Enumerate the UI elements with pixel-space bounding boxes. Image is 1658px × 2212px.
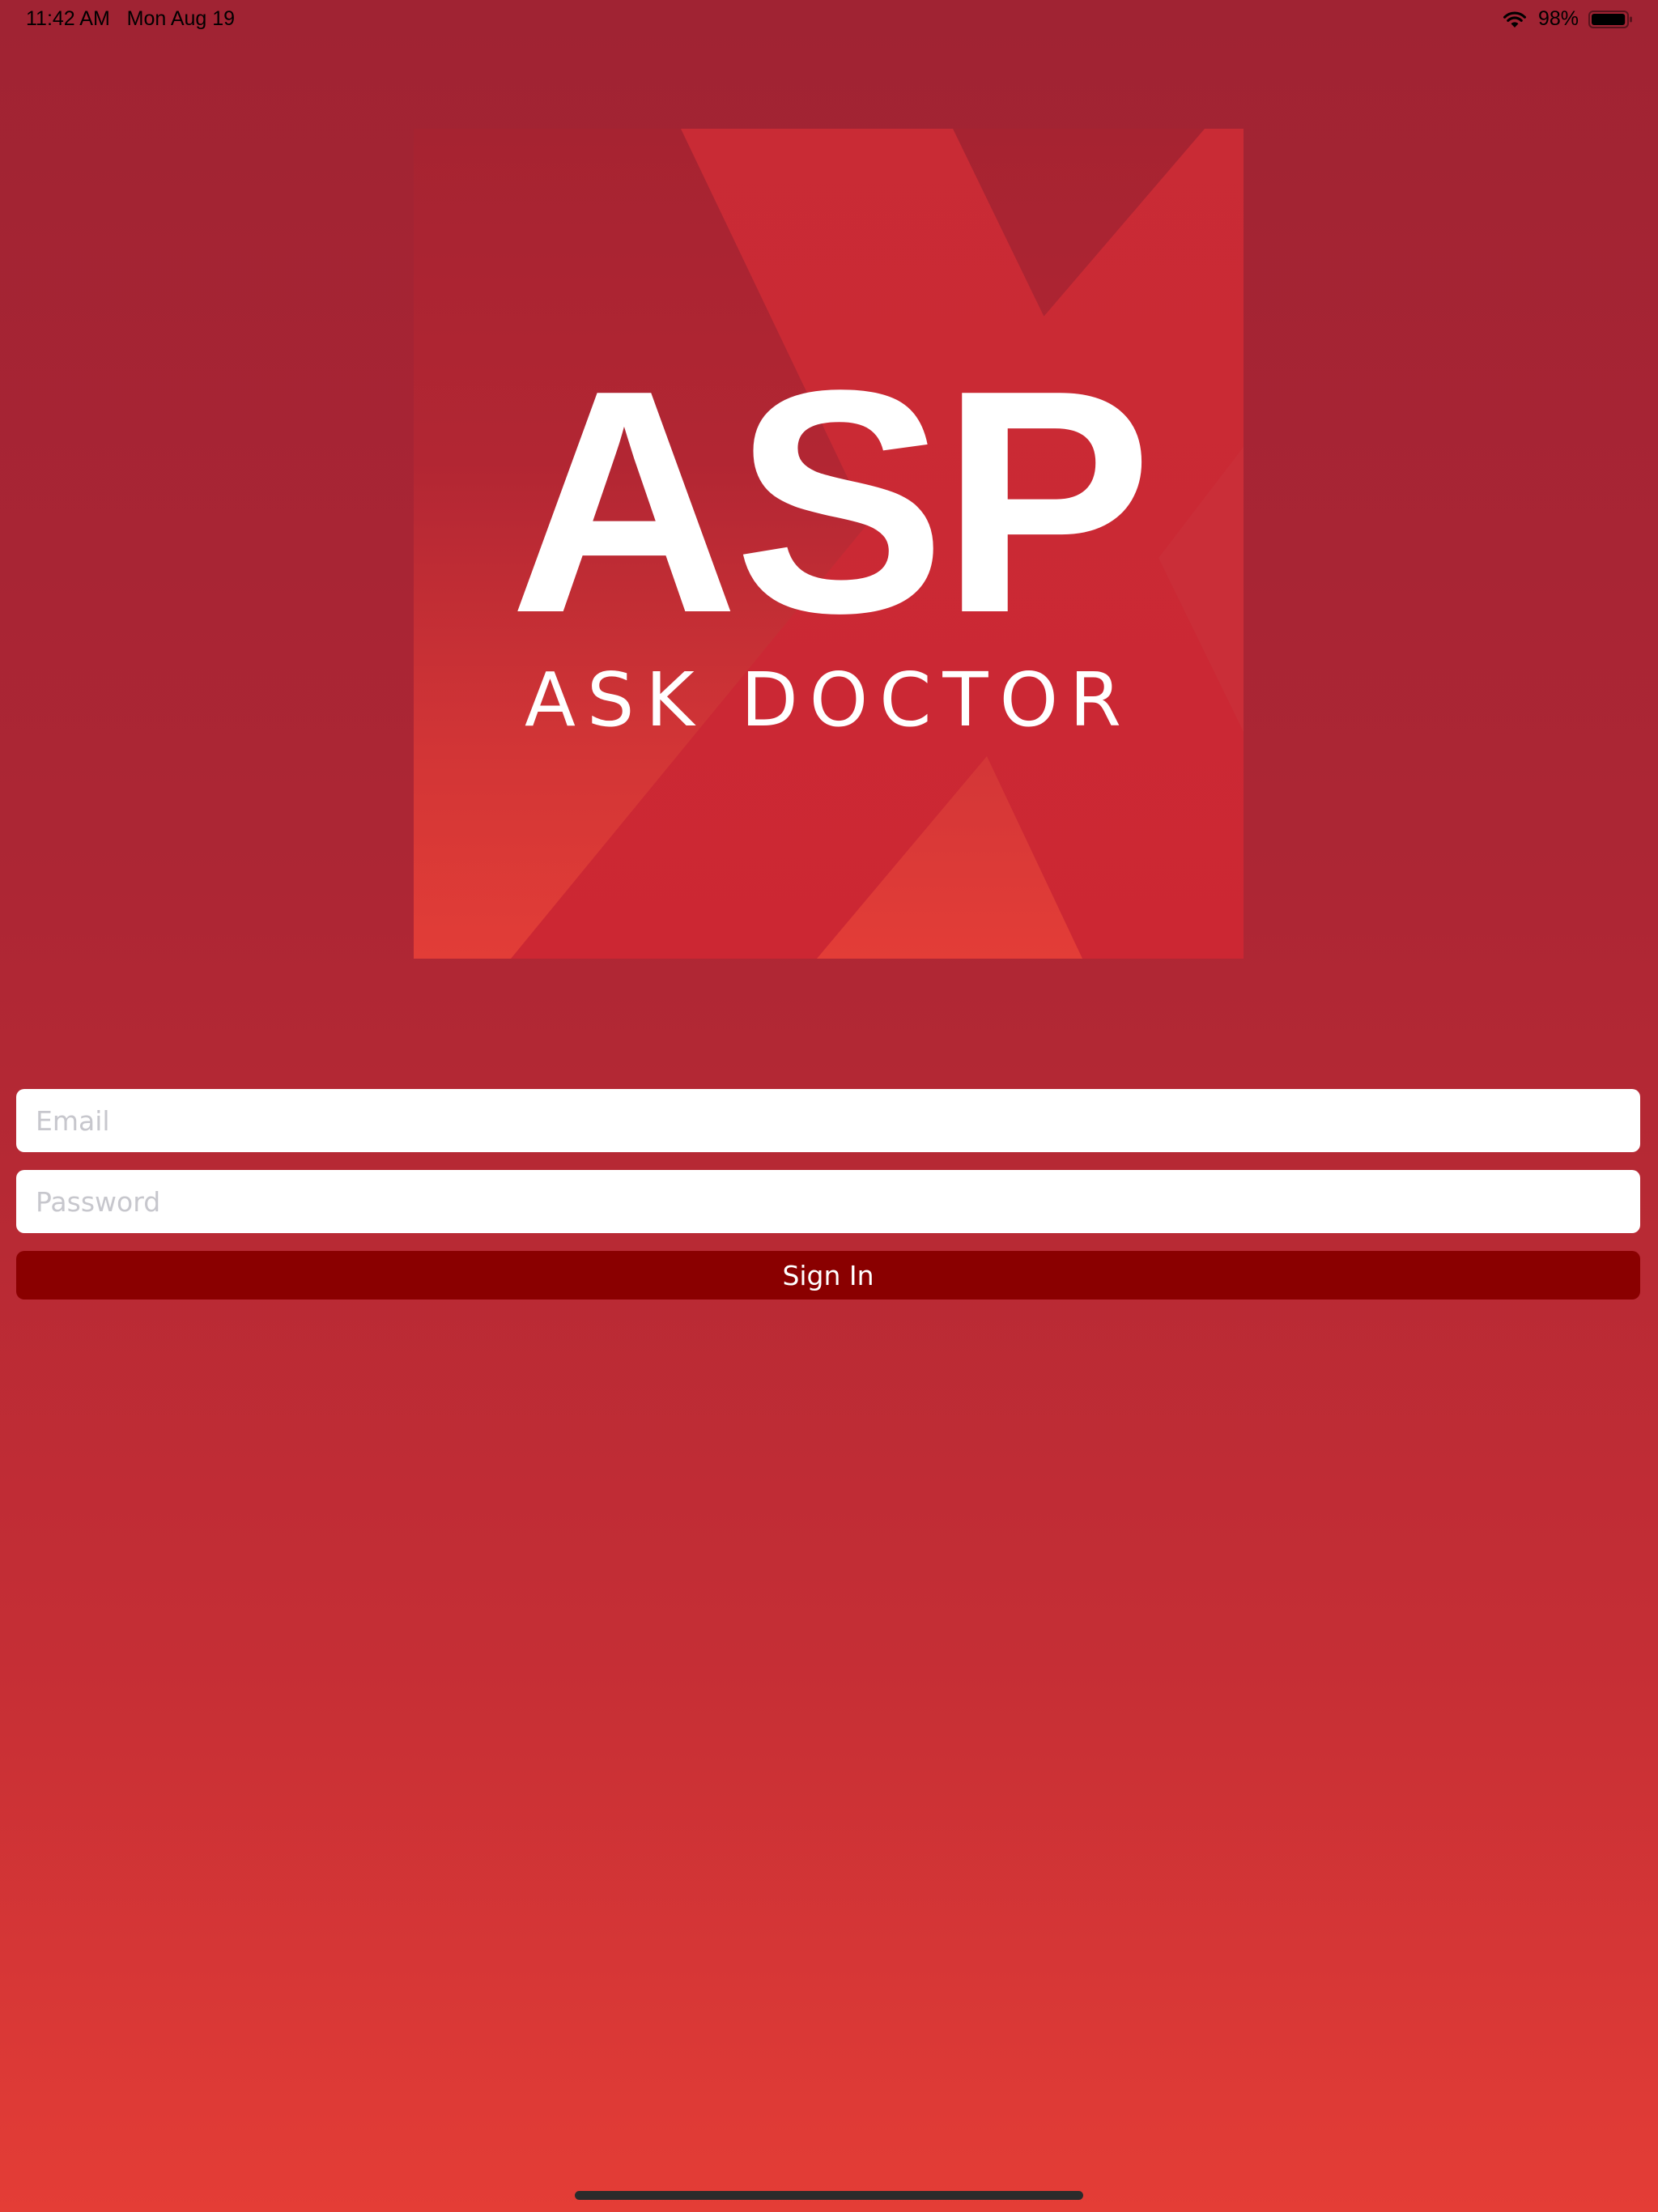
password-input[interactable]: [16, 1170, 1640, 1233]
status-time: 11:42 AM: [26, 7, 110, 30]
battery-fill: [1592, 13, 1626, 25]
status-time-date: 11:42 AM Mon Aug 19: [26, 7, 235, 31]
status-bar: 11:42 AM Mon Aug 19 98%: [0, 0, 1658, 39]
battery-percent: 98%: [1537, 7, 1579, 30]
battery-icon: [1588, 10, 1634, 29]
sign-in-button[interactable]: Sign In: [16, 1251, 1640, 1300]
status-date: Mon Aug 19: [126, 7, 236, 30]
logo-subtitle: ASK DOCTOR: [525, 657, 1133, 743]
status-indicators: 98%: [1503, 7, 1634, 31]
logo-title: ASP: [509, 325, 1152, 679]
login-form: Sign In: [16, 1089, 1640, 1300]
email-input[interactable]: [16, 1089, 1640, 1152]
home-indicator: [575, 2191, 1083, 2200]
wifi-icon: [1503, 10, 1527, 29]
asp-logo: ASP ASK DOCTOR: [414, 129, 1244, 959]
